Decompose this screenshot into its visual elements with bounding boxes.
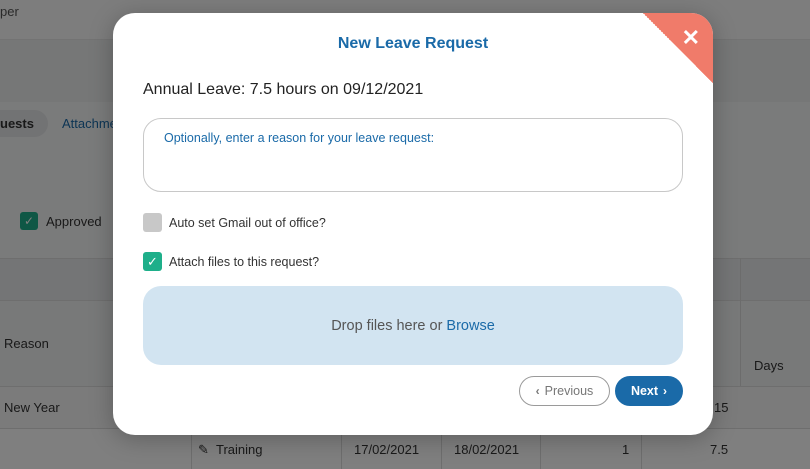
checkbox-unchecked[interactable] <box>143 213 162 232</box>
chevron-left-icon: ‹ <box>535 384 540 398</box>
check-icon[interactable]: ✓ <box>143 252 162 271</box>
close-icon: ✕ <box>681 25 700 50</box>
attach-files-label: Attach files to this request? <box>169 254 320 269</box>
leave-summary: Annual Leave: 7.5 hours on 09/12/2021 <box>143 81 424 98</box>
new-leave-request-dialog: New Leave Request ✕ Annual Leave: 7.5 ho… <box>113 13 713 435</box>
dropzone-text: Drop files here or <box>331 317 443 334</box>
previous-button[interactable]: ‹ Previous <box>519 376 610 406</box>
gmail-ooo-checkbox[interactable]: Auto set Gmail out of office? <box>143 213 326 232</box>
gmail-ooo-label: Auto set Gmail out of office? <box>169 215 326 230</box>
close-button[interactable]: ✕ <box>643 13 713 83</box>
file-dropzone[interactable]: Drop files here or Browse <box>143 286 683 365</box>
previous-label: Previous <box>544 384 594 398</box>
modal-title: New Leave Request <box>337 35 489 52</box>
browse-link[interactable]: Browse <box>446 318 494 334</box>
attach-files-checkbox[interactable]: ✓ Attach files to this request? <box>143 252 319 271</box>
next-label: Next <box>630 384 659 398</box>
chevron-right-icon: › <box>663 384 668 398</box>
reason-input[interactable] <box>143 118 683 192</box>
next-button[interactable]: Next › <box>615 376 683 406</box>
